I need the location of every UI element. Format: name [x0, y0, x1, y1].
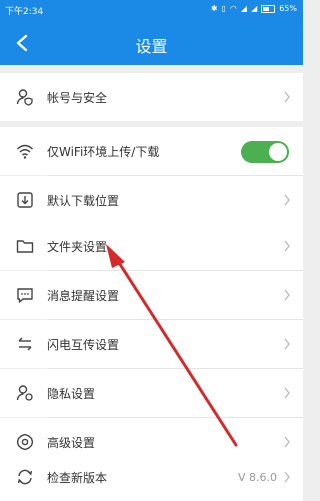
message-icon	[17, 288, 33, 303]
settings-item-label: 消息提醒设置	[47, 288, 120, 303]
settings-item-folder[interactable]: 文件夹设置	[0, 222, 303, 270]
chevron-right-icon	[284, 387, 290, 399]
settings-item-label: 帐号与安全	[47, 90, 108, 105]
chevron-right-icon	[284, 471, 290, 483]
settings-item-label: 文件夹设置	[47, 239, 108, 254]
vibrate-icon: ▯	[221, 4, 226, 13]
privacy-icon	[16, 385, 33, 401]
folder-icon	[16, 240, 34, 253]
download-icon	[17, 192, 33, 208]
settings-item-check-update[interactable]: 检查新版本 V 8.6.0	[0, 453, 303, 501]
battery-percent: 65%	[279, 4, 297, 13]
settings-item-message-notifications[interactable]: 消息提醒设置	[0, 271, 303, 319]
status-icons: ✱ ▯ ◠ ◢ ◢ 65%	[211, 4, 297, 14]
settings-item-label: 高级设置	[47, 435, 96, 450]
settings-item-label: 隐私设置	[47, 386, 96, 401]
wifi-icon	[16, 144, 34, 159]
transfer-icon	[18, 337, 32, 351]
page-title: 设置	[135, 37, 168, 56]
app-bar: 设置	[0, 21, 303, 65]
settings-item-download-location[interactable]: 默认下载位置	[0, 176, 303, 224]
settings-item-label: 闪电互传设置	[47, 337, 120, 352]
settings-item-label: 默认下载位置	[47, 193, 120, 208]
chevron-right-icon	[284, 91, 290, 103]
refresh-icon	[17, 469, 33, 485]
chevron-right-icon	[284, 436, 290, 448]
account-shield-icon	[16, 89, 33, 106]
chevron-right-icon	[284, 338, 290, 350]
wifi-only-toggle[interactable]	[241, 141, 289, 163]
version-text: V 8.6.0	[237, 470, 277, 484]
settings-item-label: 仅WiFi环境上传/下载	[47, 144, 160, 159]
status-time: 下午2:34	[5, 7, 44, 17]
settings-item-label: 检查新版本	[47, 470, 108, 485]
toggle-knob	[269, 143, 287, 161]
settings-item-wifi-only: 仅WiFi环境上传/下载	[0, 127, 303, 175]
settings-item-privacy[interactable]: 隐私设置	[0, 369, 303, 417]
signal-icon-2: ◢	[251, 4, 258, 13]
signal-icon: ◢	[240, 4, 248, 13]
gear-icon	[16, 433, 34, 451]
bluetooth-icon: ✱	[210, 4, 218, 13]
chevron-right-icon	[284, 194, 290, 206]
chevron-right-icon	[284, 240, 290, 252]
settings-item-account-security[interactable]: 帐号与安全	[0, 73, 303, 121]
settings-item-flash-transfer[interactable]: 闪电互传设置	[0, 320, 303, 368]
battery-icon	[261, 5, 276, 13]
chevron-right-icon	[284, 289, 290, 301]
status-bar: 下午2:34 ✱ ▯ ◠ ◢ ◢ 65%	[0, 0, 303, 21]
wifi-icon: ◠	[229, 4, 237, 13]
